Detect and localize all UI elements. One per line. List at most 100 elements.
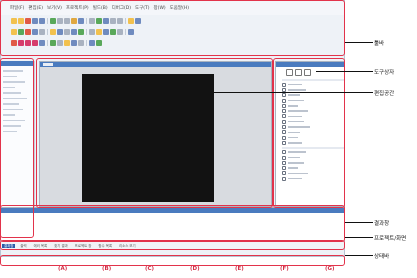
toolbar-button-icon[interactable] bbox=[32, 17, 38, 24]
tab-2[interactable]: 에러 목록 bbox=[32, 244, 50, 248]
toolbox-item-label bbox=[288, 115, 302, 118]
toolbar-separator bbox=[47, 17, 48, 24]
design-canvas[interactable] bbox=[82, 74, 214, 202]
toolbar-button-icon[interactable] bbox=[78, 17, 84, 24]
toolbar-button-icon[interactable] bbox=[103, 28, 109, 35]
toolbar-button-icon[interactable] bbox=[135, 17, 141, 24]
toolbar-button-icon[interactable] bbox=[110, 17, 116, 24]
toolbar-button-icon[interactable] bbox=[50, 17, 56, 24]
toolbar-button-icon[interactable] bbox=[89, 17, 95, 24]
tab-4[interactable]: 프로젝트 창 bbox=[73, 244, 94, 248]
toolbar-button-icon[interactable] bbox=[64, 28, 70, 35]
callout-line-toolbox bbox=[316, 71, 373, 72]
menu-item-5[interactable]: 디버그(D) bbox=[112, 5, 131, 11]
project-tab-strip: 결과창 출력 에러 목록 찾기 결과 프로젝트 창 함수 목록 리소스 보기 bbox=[1, 242, 344, 249]
toolbar-separator bbox=[86, 28, 87, 35]
toolbar-button-icon[interactable] bbox=[117, 17, 123, 24]
status-letter-e: (E) bbox=[235, 266, 244, 272]
editor-space[interactable] bbox=[39, 61, 272, 207]
menu-bar: 파일(F) 편집(E) 보기(V) 프로젝트(P) 빌드(B) 디버그(D) 도구(T) 창(… bbox=[1, 1, 344, 15]
status-letter-labels: (A) (B) (C) (D) (E) (F) (G) bbox=[0, 266, 345, 274]
toolbar-button-icon[interactable] bbox=[64, 39, 70, 46]
toolbar-button-icon[interactable] bbox=[18, 28, 24, 35]
toolbox-item-label bbox=[288, 156, 300, 159]
toolbar-button-icon[interactable] bbox=[11, 17, 17, 24]
toolbar-button-icon[interactable] bbox=[39, 28, 45, 35]
pointer-tool-icon[interactable] bbox=[286, 69, 293, 76]
toolbar-button-icon[interactable] bbox=[71, 17, 77, 24]
toolbox-item-label bbox=[288, 172, 308, 175]
toolbar-button-icon[interactable] bbox=[128, 28, 134, 35]
toolbox-item-label bbox=[288, 110, 308, 112]
toolbar-button-icon[interactable] bbox=[103, 17, 109, 24]
toolbar-button-icon[interactable] bbox=[117, 28, 123, 35]
toolbox-item-label bbox=[288, 105, 298, 107]
toolbar-row-3 bbox=[11, 38, 102, 47]
toolbar-button-icon[interactable] bbox=[71, 39, 77, 46]
toolbar-button-icon[interactable] bbox=[89, 28, 95, 35]
menu-item-8[interactable]: 도움말(H) bbox=[170, 5, 189, 11]
toolbar-button-icon[interactable] bbox=[57, 28, 63, 35]
toolbar-button-icon[interactable] bbox=[78, 39, 84, 46]
callout-line-status bbox=[345, 255, 373, 256]
toolbar-button-icon[interactable] bbox=[32, 39, 38, 46]
toolbar-button-icon[interactable] bbox=[18, 17, 24, 24]
toolbar-button-icon[interactable] bbox=[57, 39, 63, 46]
editor-tab[interactable] bbox=[43, 63, 53, 66]
toolbar-button-icon[interactable] bbox=[50, 39, 56, 46]
toolbar-button-icon[interactable] bbox=[11, 28, 17, 35]
toolbar-button-icon[interactable] bbox=[39, 39, 45, 46]
tab-1[interactable]: 출력 bbox=[18, 244, 28, 248]
toolbar-button-icon[interactable] bbox=[64, 17, 70, 24]
toolbar-button-icon[interactable] bbox=[50, 28, 56, 35]
toolbar-button-icon[interactable] bbox=[78, 28, 84, 35]
control-icon bbox=[282, 176, 286, 181]
toolbox-group-header[interactable] bbox=[282, 79, 344, 81]
control-icon bbox=[282, 166, 286, 171]
control-icon bbox=[282, 103, 286, 108]
toolbox-item[interactable] bbox=[282, 140, 344, 145]
control-icon bbox=[282, 171, 286, 176]
toolbar-button-icon[interactable] bbox=[96, 17, 102, 24]
toolbar-button-icon[interactable] bbox=[89, 39, 95, 46]
select-tool-icon[interactable] bbox=[295, 69, 302, 76]
toolbar-button-icon[interactable] bbox=[25, 28, 31, 35]
tab-6[interactable]: 리소스 보기 bbox=[117, 244, 138, 248]
control-icon bbox=[282, 140, 286, 145]
menu-item-4[interactable]: 빌드(B) bbox=[93, 5, 108, 11]
control-icon bbox=[282, 98, 286, 103]
toolbar-button-icon[interactable] bbox=[25, 17, 31, 24]
toolbar-button-icon[interactable] bbox=[11, 39, 17, 46]
toolbar-button-icon[interactable] bbox=[57, 17, 63, 24]
toolbar-button-icon[interactable] bbox=[32, 28, 38, 35]
callout-result: 결과창 bbox=[374, 221, 390, 227]
control-icon bbox=[282, 93, 286, 98]
toolbox-item[interactable] bbox=[282, 176, 344, 181]
settings-tool-icon[interactable] bbox=[304, 69, 311, 76]
status-letter-a: (A) bbox=[58, 266, 68, 272]
toolbox-item-label bbox=[288, 142, 302, 144]
toolbox-item-label bbox=[288, 89, 306, 91]
toolbar-button-icon[interactable] bbox=[39, 17, 45, 24]
toolbar-button-icon[interactable] bbox=[128, 17, 134, 24]
toolbar-button-icon[interactable] bbox=[96, 28, 102, 35]
menu-item-7[interactable]: 창(W) bbox=[154, 5, 166, 11]
toolbar-button-icon[interactable] bbox=[96, 39, 102, 46]
menu-item-3[interactable]: 프로젝트(P) bbox=[66, 5, 89, 11]
tab-5[interactable]: 함수 목록 bbox=[96, 244, 114, 248]
menu-item-6[interactable]: 도구(T) bbox=[135, 5, 150, 11]
menu-item-2[interactable]: 보기(V) bbox=[47, 5, 62, 11]
toolbar-button-icon[interactable] bbox=[18, 39, 24, 46]
result-panel[interactable] bbox=[1, 207, 344, 242]
tab-3[interactable]: 찾기 결과 bbox=[52, 244, 70, 248]
menu-item-0[interactable]: 파일(F) bbox=[10, 5, 24, 11]
callout-project: 프로젝트/화면 bbox=[374, 236, 407, 242]
control-icon bbox=[282, 150, 286, 155]
toolbar-button-icon[interactable] bbox=[110, 28, 116, 35]
toolbox-group-header[interactable] bbox=[282, 146, 344, 149]
toolbar-button-icon[interactable] bbox=[71, 28, 77, 35]
tab-0[interactable]: 결과창 bbox=[2, 243, 16, 248]
toolbar-button-icon[interactable] bbox=[25, 39, 31, 46]
menu-item-1[interactable]: 편집(E) bbox=[28, 5, 43, 11]
callout-line-menu bbox=[345, 42, 373, 43]
